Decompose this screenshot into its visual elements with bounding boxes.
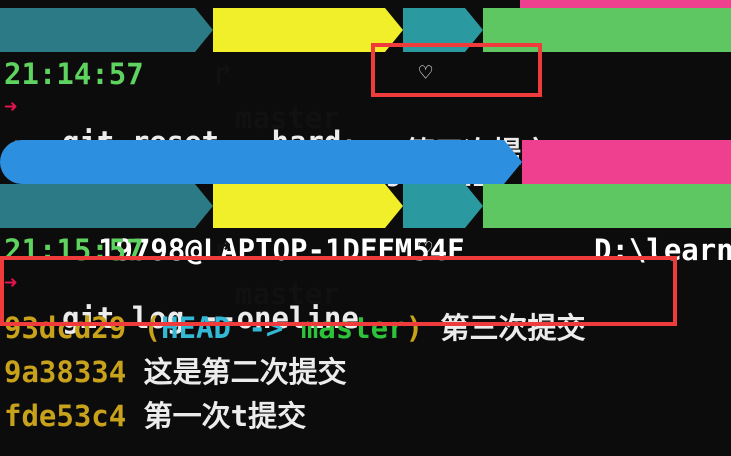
- fill-segment: [483, 184, 731, 228]
- command-line-1: ➜ git reset --hard 93dcd29: [0, 52, 731, 193]
- time-segment: 21:15:57: [0, 184, 195, 267]
- segment-separator: [504, 140, 522, 184]
- output-line-1: HEAD is now at 93dcd29 第三次提交: [0, 96, 731, 169]
- status-segment: ♡: [403, 184, 465, 262]
- segment-separator: [195, 184, 213, 228]
- segment-separator: [195, 8, 213, 52]
- log-line: 9a38334 这是第二次提交: [0, 316, 731, 389]
- segment-separator: [385, 184, 403, 228]
- prompt-bar-2: 21:15:57 ↱ master ♡: [0, 184, 731, 311]
- highlight-box-hash: [371, 43, 542, 97]
- commit-hash: fde53c4: [4, 399, 127, 433]
- path-segment-edge: [520, 0, 731, 8]
- branch-segment: ↱ master: [213, 184, 385, 311]
- branch-segment: ↱ master: [213, 8, 385, 135]
- user-segment: ▦ 19798@LAPTOP-1DFFM54E: [0, 140, 504, 267]
- path-segment: ■ D:\learn: [522, 140, 731, 267]
- segment-separator: [465, 184, 483, 228]
- commit-message: 第一次t提交: [126, 399, 307, 433]
- log-line: fde53c4 第一次t提交: [0, 360, 731, 433]
- time-segment: 21:14:57: [0, 8, 195, 91]
- log-entry: fde53c4 第一次t提交: [4, 394, 306, 438]
- user-bar: ▦ 19798@LAPTOP-1DFFM54E ■ D:\learn: [0, 140, 731, 267]
- prompt-bar-1: 21:14:57 ↱ master ♡: [0, 0, 731, 135]
